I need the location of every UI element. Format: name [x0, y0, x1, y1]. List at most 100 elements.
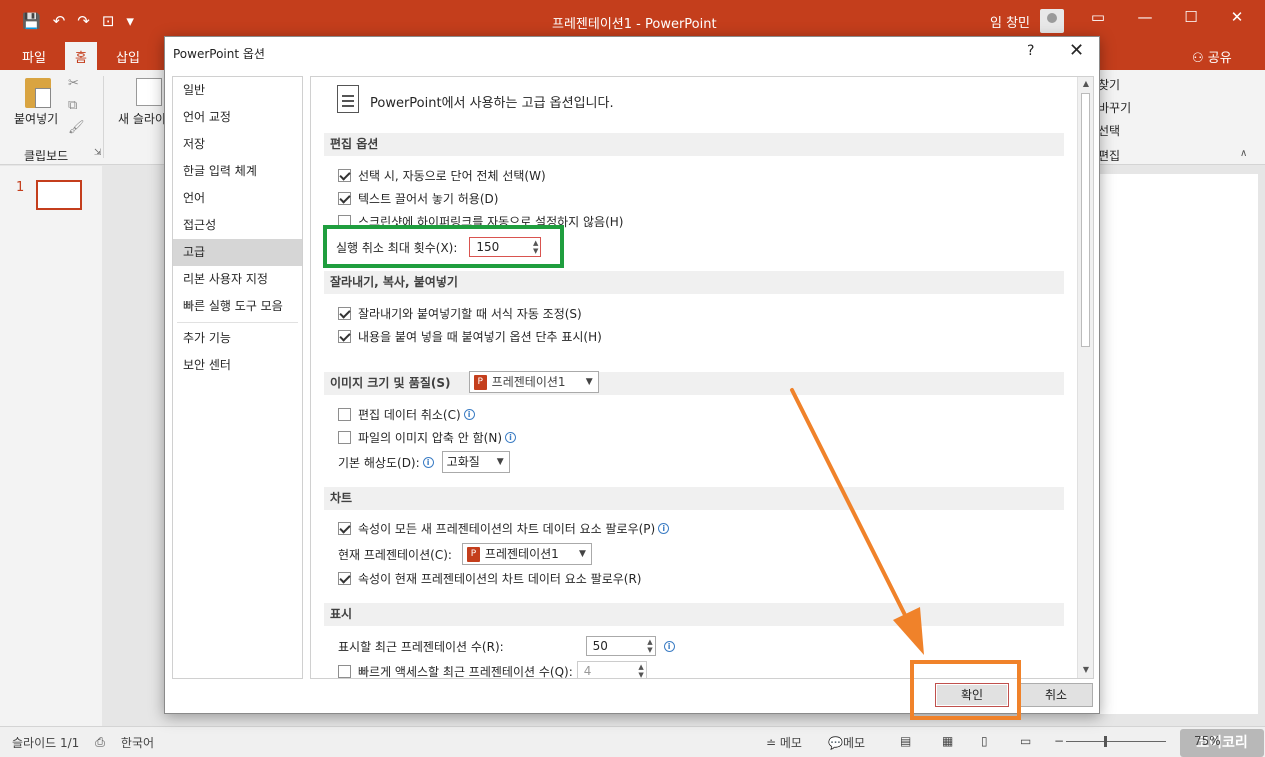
dialog-launcher-icon[interactable]: ⇲	[94, 148, 102, 158]
nav-item-accessibility[interactable]: 접근성	[173, 212, 302, 239]
select-button[interactable]: 선택	[1098, 122, 1120, 139]
help-icon[interactable]: ?	[1027, 43, 1034, 59]
collapse-ribbon-icon[interactable]: ∧	[1240, 148, 1247, 159]
checkbox-chart-follow-all[interactable]	[338, 522, 351, 535]
option-drag-drop[interactable]: 텍스트 끌어서 놓기 허용(D)	[338, 190, 498, 207]
current-presentation-select[interactable]: P 프레젠테이션1 ▼	[461, 543, 592, 565]
ribbon-display-icon[interactable]: ▭	[1083, 8, 1113, 26]
nav-item-quick-access-toolbar[interactable]: 빠른 실행 도구 모음	[173, 293, 302, 320]
nav-item-language[interactable]: 언어	[173, 185, 302, 212]
tab-insert[interactable]: 삽입	[116, 47, 140, 66]
redo-icon[interactable]: ↷	[77, 11, 90, 31]
option-paste-options-button[interactable]: 내용을 붙여 넣을 때 붙여넣기 옵션 단추 표시(H)	[338, 328, 602, 345]
option-quick-access-count[interactable]: 빠르게 액세스할 최근 프레젠테이션 수(Q): 4 ▲ ▼	[338, 661, 647, 678]
scroll-up-icon[interactable]: ▲	[1081, 79, 1091, 88]
info-icon[interactable]: i	[463, 409, 475, 420]
minimize-icon[interactable]: —	[1130, 8, 1160, 26]
highlight-undo-max	[323, 225, 564, 268]
nav-item-customize-ribbon[interactable]: 리본 사용자 지정	[173, 266, 302, 293]
info-icon[interactable]: i	[663, 640, 675, 652]
cancel-button[interactable]: 취소	[1019, 683, 1093, 707]
maximize-icon[interactable]: ☐	[1176, 8, 1206, 26]
checkbox-drag-drop[interactable]	[338, 192, 351, 205]
scroll-down-icon[interactable]: ▼	[1081, 665, 1091, 674]
panel-scrollbar[interactable]: ▲ ▼	[1077, 77, 1093, 678]
checkbox-discard-edit-data[interactable]	[338, 408, 351, 421]
new-slide-icon[interactable]	[136, 78, 162, 106]
undo-icon[interactable]: ↶	[53, 11, 66, 31]
section-chart: 차트	[324, 487, 1064, 510]
share-button[interactable]: ⚇ 공유	[1192, 47, 1232, 66]
slide-thumbnail[interactable]	[36, 180, 82, 210]
nav-item-hangul-input[interactable]: 한글 입력 체계	[173, 158, 302, 185]
option-chart-follow-current[interactable]: 속성이 현재 프레젠테이션의 차트 데이터 요소 팔로우(R)	[338, 570, 641, 587]
zoom-out-icon[interactable]: −	[1054, 734, 1064, 748]
option-auto-select-word[interactable]: 선택 시, 자동으로 단어 전체 선택(W)	[338, 167, 546, 184]
checkbox-auto-select-word[interactable]	[338, 169, 351, 182]
ribbon-separator	[103, 76, 104, 158]
present-icon[interactable]: ⊡	[102, 11, 115, 31]
section-display: 표시	[324, 603, 1064, 626]
section-image-size-quality: 이미지 크기 및 품질(S) P 프레젠테이션1 ▼	[324, 371, 1064, 395]
checkbox-quick-access-count[interactable]	[338, 664, 351, 678]
dialog-title: PowerPoint 옵션	[173, 47, 265, 61]
option-chart-follow-all[interactable]: 속성이 모든 새 프레젠테이션의 차트 데이터 요소 팔로우(P) i	[338, 520, 670, 537]
slide-canvas[interactable]	[1100, 174, 1258, 714]
quick-access-stepper[interactable]: 4 ▲ ▼	[576, 661, 647, 678]
nav-item-trust-center[interactable]: 보안 센터	[173, 352, 302, 379]
paste-icon[interactable]	[25, 78, 51, 108]
checkbox-chart-follow-current[interactable]	[338, 572, 351, 585]
reading-view-icon[interactable]: ▯	[981, 734, 988, 748]
nav-item-save[interactable]: 저장	[173, 131, 302, 158]
info-icon[interactable]: i	[658, 523, 670, 534]
normal-view-icon[interactable]: ▤	[900, 734, 911, 748]
option-default-resolution: 기본 해상도(D): i 고화질 ▼	[338, 451, 510, 473]
format-painter-icon[interactable]: 🖌	[68, 120, 85, 135]
zoom-level[interactable]: 75%	[1194, 734, 1221, 748]
recent-count-stepper[interactable]: 50 ▲ ▼	[585, 636, 656, 656]
option-no-compress-images[interactable]: 파일의 이미지 압축 안 함(N) i	[338, 429, 516, 446]
tab-home[interactable]: 홈	[65, 42, 97, 70]
customize-icon[interactable]: ▾	[126, 11, 134, 31]
nav-item-add-ins[interactable]: 추가 기능	[173, 325, 302, 352]
spin-arrows-icon[interactable]: ▲ ▼	[638, 663, 643, 678]
language-status[interactable]: 한국어	[121, 734, 154, 751]
notes-button[interactable]: ≐ 메모	[766, 734, 802, 751]
paste-button-label[interactable]: 붙여넣기	[14, 110, 58, 127]
cut-icon[interactable]: ✂	[68, 76, 79, 91]
nav-item-general[interactable]: 일반	[173, 77, 302, 104]
default-resolution-select[interactable]: 고화질 ▼	[441, 451, 510, 473]
slide-sorter-icon[interactable]: ▦	[942, 734, 953, 748]
section-editing-options: 편집 옵션	[324, 133, 1064, 156]
notes-icon: ≐	[766, 736, 780, 750]
avatar[interactable]	[1040, 9, 1064, 33]
close-icon[interactable]: ✕	[1222, 8, 1252, 26]
zoom-slider[interactable]	[1066, 736, 1166, 747]
scrollbar-thumb[interactable]	[1081, 93, 1090, 347]
window-title: 프레젠테이션1 - PowerPoint	[552, 17, 717, 32]
tab-file[interactable]: 파일	[22, 47, 46, 66]
editing-group-label: 편집	[1098, 149, 1121, 163]
option-smart-cut-paste[interactable]: 잘라내기와 붙여넣기할 때 서식 자동 조정(S)	[338, 305, 582, 322]
find-button[interactable]: 찾기	[1098, 76, 1120, 93]
checkbox-paste-options-button[interactable]	[338, 330, 351, 343]
comments-button[interactable]: 💬메모	[828, 734, 865, 751]
copy-icon[interactable]: ⧉	[68, 98, 77, 113]
new-slide-label[interactable]: 새 슬라이	[118, 110, 166, 127]
checkbox-smart-cut-paste[interactable]	[338, 307, 351, 320]
option-discard-edit-data[interactable]: 편집 데이터 취소(C) i	[338, 406, 475, 423]
user-name[interactable]: 임 창민	[990, 12, 1030, 31]
checkbox-no-compress-images[interactable]	[338, 431, 351, 444]
spellcheck-icon[interactable]: ⎙	[95, 735, 105, 750]
image-presentation-select[interactable]: P 프레젠테이션1 ▼	[468, 371, 599, 393]
info-icon[interactable]: i	[505, 432, 516, 443]
nav-item-proofing[interactable]: 언어 교정	[173, 104, 302, 131]
replace-button[interactable]: 바꾸기	[1098, 99, 1131, 116]
info-icon[interactable]: i	[422, 456, 434, 468]
dialog-close-icon[interactable]: ✕	[1069, 40, 1084, 61]
slideshow-icon[interactable]: ▭	[1020, 734, 1031, 748]
spin-arrows-icon[interactable]: ▲ ▼	[647, 638, 652, 654]
nav-item-advanced[interactable]: 고급	[173, 239, 302, 266]
save-icon[interactable]: 💾	[22, 11, 41, 31]
powerpoint-file-icon: P	[466, 547, 480, 562]
